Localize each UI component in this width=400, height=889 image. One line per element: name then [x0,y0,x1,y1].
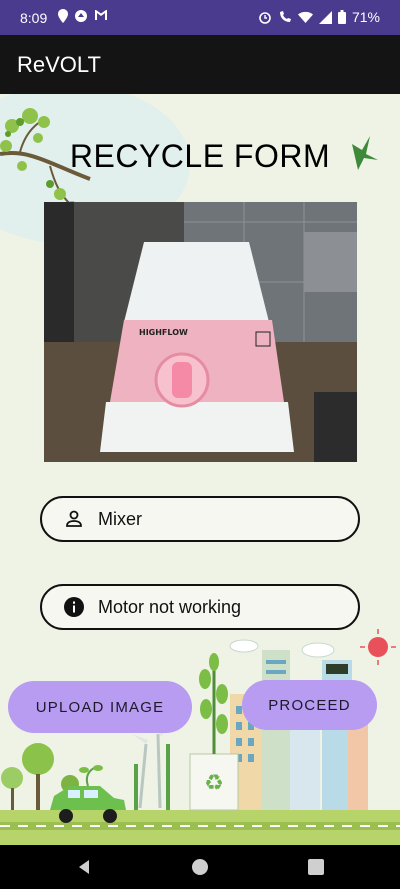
wifi-call-icon [279,11,291,22]
upload-image-button[interactable]: UPLOAD IMAGE [8,681,192,733]
status-bar: 8:09 71% [0,0,400,35]
recents-icon[interactable] [307,858,325,876]
proceed-button[interactable]: PROCEED [242,680,377,730]
person-icon [64,509,84,529]
item-name-field[interactable] [40,496,360,542]
issue-field[interactable] [40,584,360,630]
alarm-icon [259,12,271,24]
navigation-bar [0,845,400,889]
location-icon [58,9,68,23]
item-name-input[interactable] [98,508,328,530]
form-title: RECYCLE FORM [69,138,331,174]
mixer-image: HIGHFLOW [44,202,357,462]
home-icon[interactable] [191,858,209,876]
battery-icon [337,10,346,24]
svg-text:♻: ♻ [204,771,224,796]
uploaded-item-photo: HIGHFLOW [44,202,357,462]
issue-input[interactable] [98,596,328,618]
app-bar: ReVOLT [0,35,400,94]
gmail-icon [95,10,107,20]
info-icon [64,597,84,617]
status-time: 8:09 [20,10,48,26]
back-icon[interactable] [75,858,93,876]
app-title: ReVOLT [17,52,101,77]
brand-label: HIGHFLOW [139,328,188,337]
wifi-icon [297,11,313,23]
app-notification-icon [75,10,87,22]
signal-icon [318,10,332,24]
battery-percent: 71% [351,9,380,25]
recycle-form-screen: ♻ RECYCLE FORM HIGHFLOW Mixer Motor not … [0,94,400,845]
